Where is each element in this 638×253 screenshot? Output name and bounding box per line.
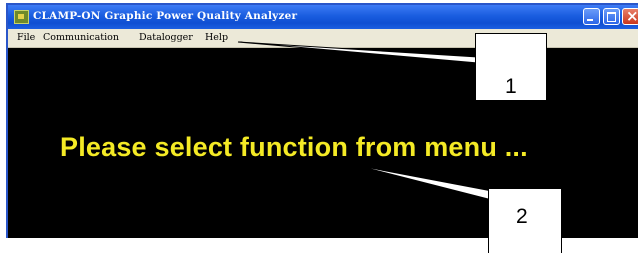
callout-pointer-1 <box>237 41 479 64</box>
callout-pointer-2 <box>354 164 493 201</box>
callout-number-1: 1 <box>505 75 517 98</box>
callout-number-2: 2 <box>516 205 528 228</box>
